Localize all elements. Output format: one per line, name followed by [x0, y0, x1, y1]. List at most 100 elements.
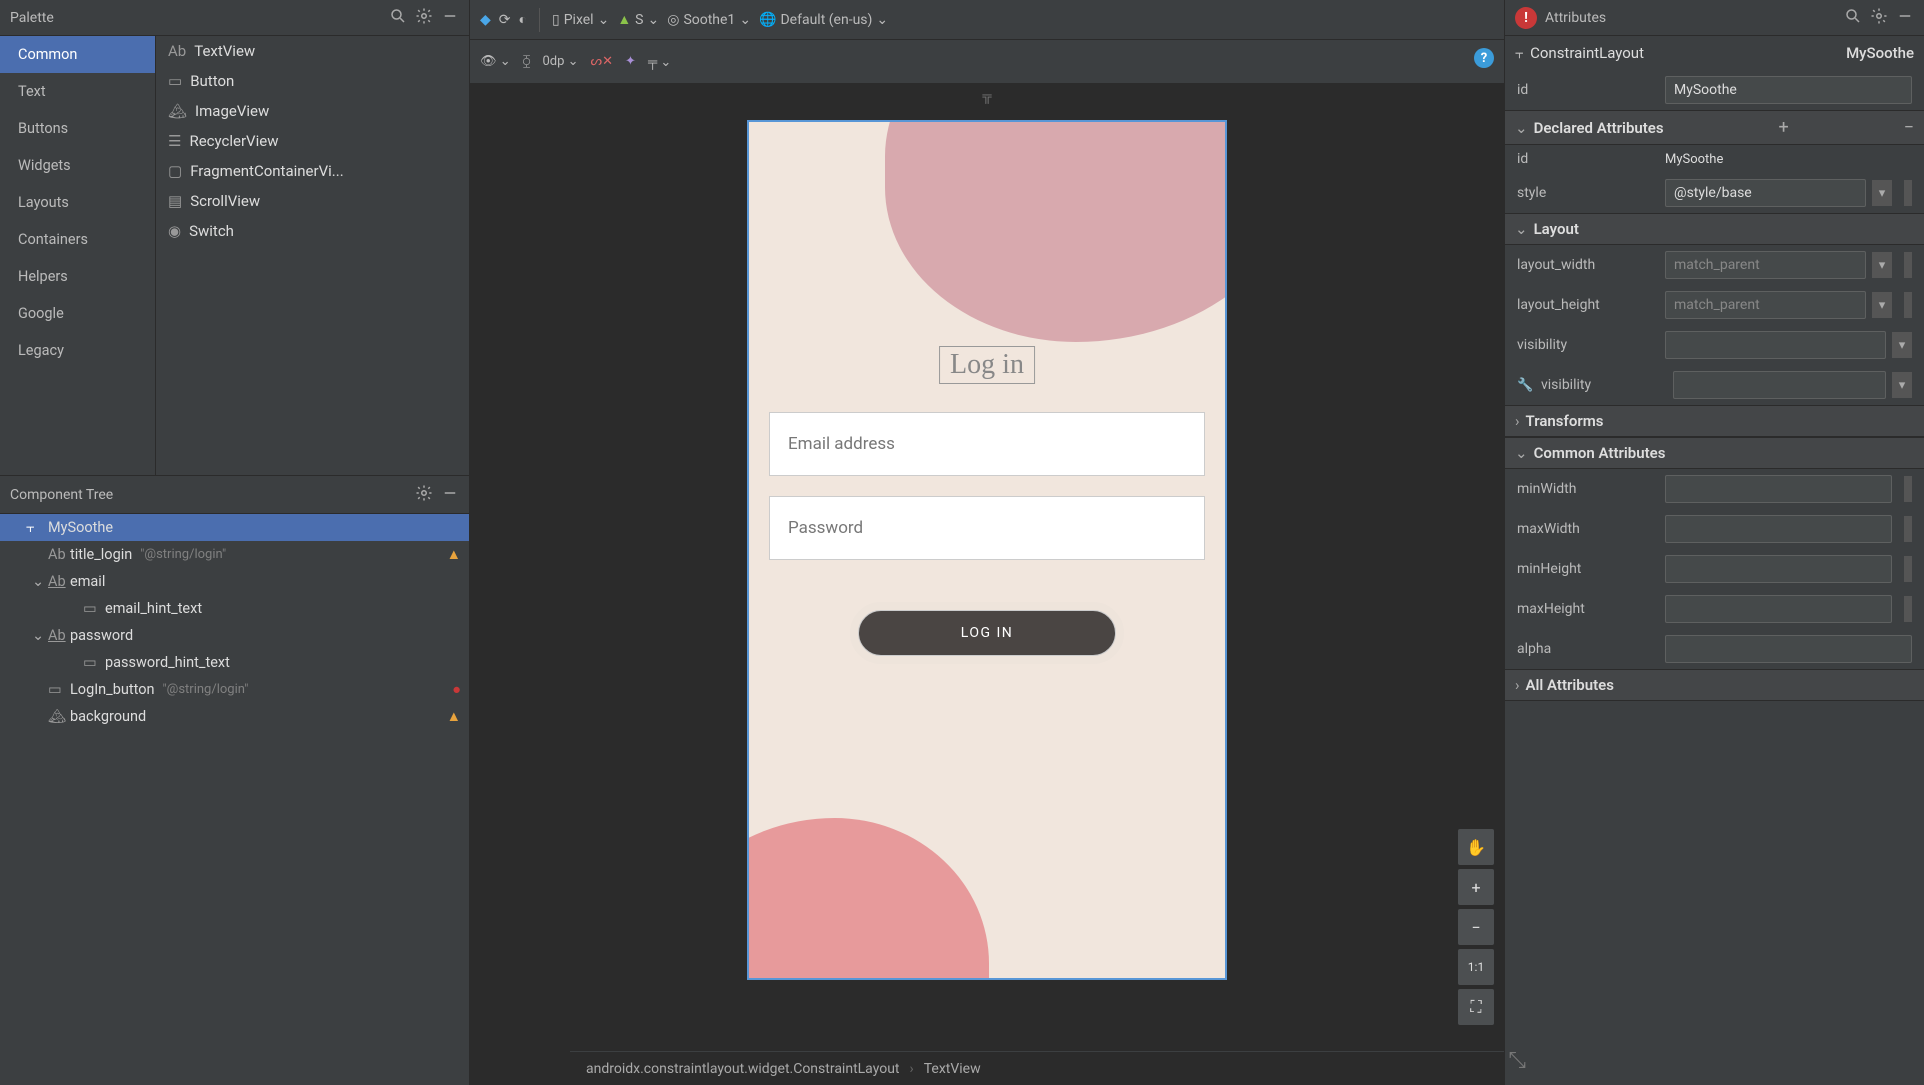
surface-icon[interactable]: ◆ [480, 12, 491, 28]
magnet-icon[interactable]: ⧲ [523, 54, 531, 69]
preview-email-input[interactable]: Email address [769, 412, 1205, 476]
warning-icon[interactable]: ▲ [447, 546, 461, 563]
minimize-icon[interactable] [1896, 7, 1914, 29]
minwidth-input[interactable] [1665, 475, 1892, 503]
flag-icon[interactable] [1904, 476, 1912, 502]
section-common[interactable]: ⌄ Common Attributes [1505, 437, 1924, 469]
gear-icon[interactable] [415, 7, 433, 29]
layout-height-input[interactable] [1665, 291, 1866, 319]
locale-selector[interactable]: 🌐 Default (en-us) ⌄ [759, 12, 888, 28]
palette-title: Palette [10, 10, 381, 26]
flag-icon[interactable] [1904, 180, 1912, 206]
maxheight-input[interactable] [1665, 595, 1892, 623]
tree-node-mysoothe[interactable]: ⫟ MySoothe [0, 514, 469, 541]
device-selector[interactable]: ▯ Pixel ⌄ [552, 12, 609, 28]
tree-node-title-login[interactable]: Ab title_login "@string/login" ▲ [0, 541, 469, 568]
chevron-down-icon[interactable]: ⌄ [32, 573, 46, 590]
dropdown-icon[interactable]: ▾ [1872, 252, 1892, 278]
palette-cat-google[interactable]: Google [0, 295, 155, 332]
minimize-icon[interactable] [441, 7, 459, 29]
add-attribute-icon[interactable]: + [1779, 117, 1789, 138]
guidelines-icon[interactable]: ╤ ⌄ [648, 54, 671, 70]
preview-login-button[interactable]: LOG IN [858, 610, 1116, 656]
palette-item-scrollview[interactable]: ▤ScrollView [156, 186, 469, 216]
tree-node-password-hint[interactable]: ▭ password_hint_text [0, 649, 469, 676]
remove-attribute-icon[interactable]: − [1904, 117, 1914, 138]
section-declared[interactable]: ⌄ Declared Attributes + − [1505, 110, 1924, 145]
flag-icon[interactable] [1904, 252, 1912, 278]
palette-item-textview[interactable]: AbTextView [156, 36, 469, 66]
search-icon[interactable] [389, 7, 407, 29]
breadcrumb-item[interactable]: TextView [924, 1061, 981, 1077]
style-input[interactable] [1665, 179, 1866, 207]
nightmode-icon[interactable]: ◐ [519, 11, 527, 28]
help-icon[interactable]: ? [1474, 48, 1494, 68]
flag-icon[interactable] [1904, 516, 1912, 542]
infer-constraints-icon[interactable]: ✦ [625, 54, 636, 69]
palette-cat-layouts[interactable]: Layouts [0, 184, 155, 221]
section-transforms[interactable]: › Transforms [1505, 405, 1924, 437]
palette-item-imageview[interactable]: 🏔ImageView [156, 96, 469, 126]
minimize-icon[interactable] [441, 484, 459, 506]
tree-node-email-hint[interactable]: ▭ email_hint_text [0, 595, 469, 622]
tree-node-password[interactable]: ⌄ Ab password [0, 622, 469, 649]
tree-header: Component Tree [0, 476, 469, 514]
clear-constraints-icon[interactable]: ᔕ✕ [591, 54, 613, 69]
flag-icon[interactable] [1904, 556, 1912, 582]
section-all[interactable]: › All Attributes [1505, 669, 1924, 701]
default-margin[interactable]: 0dp ⌄ [542, 54, 578, 69]
breadcrumb-item[interactable]: androidx.constraintlayout.widget.Constra… [586, 1061, 900, 1077]
phone-preview[interactable]: Log in Email address Password LOG IN [747, 120, 1227, 980]
palette-item-switch[interactable]: ◉Switch [156, 216, 469, 246]
tree-node-login-button[interactable]: ▭ LogIn_button "@string/login" ● [0, 676, 469, 703]
palette-item-button[interactable]: ▭Button [156, 66, 469, 96]
palette-categories: Common Text Buttons Widgets Layouts Cont… [0, 36, 155, 475]
flag-icon[interactable] [1904, 292, 1912, 318]
dropdown-icon[interactable]: ▾ [1872, 292, 1892, 318]
minheight-input[interactable] [1665, 555, 1892, 583]
palette-cat-buttons[interactable]: Buttons [0, 110, 155, 147]
tree-node-email[interactable]: ⌄ Ab email [0, 568, 469, 595]
zoom-reset-button[interactable]: 1:1 [1458, 949, 1494, 985]
preview-title[interactable]: Log in [939, 346, 1035, 384]
palette-cat-text[interactable]: Text [0, 73, 155, 110]
api-selector[interactable]: ▲ S ⌄ [617, 11, 659, 28]
dropdown-icon[interactable]: ▾ [1872, 180, 1892, 206]
chevron-down-icon[interactable]: ⌄ [32, 627, 46, 644]
palette-item-recyclerview[interactable]: ☰RecyclerView [156, 126, 469, 156]
palette-item-fragment[interactable]: ▢FragmentContainerVi... [156, 156, 469, 186]
palette-cat-legacy[interactable]: Legacy [0, 332, 155, 369]
gear-icon[interactable] [415, 484, 433, 506]
dropdown-icon[interactable]: ▾ [1892, 372, 1912, 398]
zoom-out-button[interactable]: − [1458, 909, 1494, 945]
flag-icon[interactable] [1904, 596, 1912, 622]
tree-node-background[interactable]: 🏔 background ▲ [0, 703, 469, 730]
attr-id-input[interactable] [1665, 76, 1912, 104]
layout-width-input[interactable] [1665, 251, 1866, 279]
orientation-icon[interactable]: ⟳ [499, 12, 511, 28]
section-layout[interactable]: ⌄ Layout [1505, 213, 1924, 245]
visibility-input[interactable] [1665, 331, 1886, 359]
warning-icon[interactable]: ▲ [447, 708, 461, 725]
maxwidth-input[interactable] [1665, 515, 1892, 543]
palette-cat-common[interactable]: Common [0, 36, 155, 73]
alpha-input[interactable] [1665, 635, 1912, 663]
search-icon[interactable] [1844, 7, 1862, 29]
dropdown-icon[interactable]: ▾ [1892, 332, 1912, 358]
resize-grip-icon[interactable]: ⤡ [1508, 1048, 1526, 1073]
palette-cat-containers[interactable]: Containers [0, 221, 155, 258]
eye-icon[interactable]: 👁 ⌄ [480, 54, 511, 69]
zoom-in-button[interactable]: + [1458, 869, 1494, 905]
pan-button[interactable]: ✋ [1458, 829, 1494, 865]
design-surface[interactable]: ╦ Log in Email address Password LOG IN ⤡ [470, 84, 1504, 1051]
palette-cat-helpers[interactable]: Helpers [0, 258, 155, 295]
gear-icon[interactable] [1870, 7, 1888, 29]
error-icon[interactable]: ● [452, 681, 461, 698]
preview-password-input[interactable]: Password [769, 496, 1205, 560]
tools-visibility-input[interactable] [1673, 371, 1886, 399]
zoom-fit-button[interactable]: ⛶ [1458, 989, 1494, 1025]
palette-cat-widgets[interactable]: Widgets [0, 147, 155, 184]
rect-icon: ▭ [83, 654, 105, 671]
error-badge-icon[interactable]: ! [1515, 7, 1537, 29]
theme-selector[interactable]: ◎ Soothe1 ⌄ [667, 12, 751, 28]
